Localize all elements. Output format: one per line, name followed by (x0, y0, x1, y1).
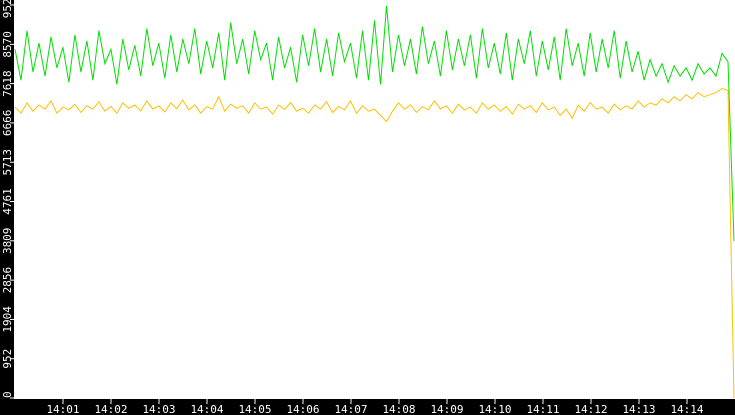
y-tick-label: 2856 (1, 267, 14, 294)
x-tick-label: 14:09 (430, 403, 463, 415)
series-line-yellow (14, 87, 735, 399)
x-tick-label: 14:02 (94, 403, 127, 415)
series-line-green (14, 5, 735, 242)
y-tick-label: 7618 (1, 70, 14, 97)
x-tick-label: 14:14 (670, 403, 703, 415)
x-tick-label: 14:10 (478, 403, 511, 415)
y-tick-label: 9523 (1, 0, 14, 18)
y-tick-label: 6666 (1, 110, 14, 137)
x-tick-label: 14:03 (142, 403, 175, 415)
x-tick-label: 14:11 (526, 403, 559, 415)
y-tick-label: 4761 (1, 188, 14, 215)
series-layer (14, 5, 735, 399)
x-tick-label: 14:06 (286, 403, 319, 415)
y-tick-label: 952 (1, 349, 14, 369)
line-chart: 0 952 1904 2856 3809 4761 5713 6666 7618 8570 9523… (0, 0, 735, 415)
x-tick-label: 14:01 (46, 403, 79, 415)
y-tick-label: 5713 (1, 149, 14, 176)
x-tick-label: 14:12 (574, 403, 607, 415)
x-tick-label: 14:13 (622, 403, 655, 415)
y-tick-label: 8570 (1, 31, 14, 58)
y-tick-label: 1904 (1, 306, 14, 333)
x-tick-label: 14:04 (190, 403, 223, 415)
y-tick-label: 0 (1, 391, 14, 398)
y-tick-label: 3809 (1, 228, 14, 255)
x-tick-label: 14:05 (238, 403, 271, 415)
x-tick-label: 14:07 (334, 403, 367, 415)
x-tick-label: 14:08 (382, 403, 415, 415)
